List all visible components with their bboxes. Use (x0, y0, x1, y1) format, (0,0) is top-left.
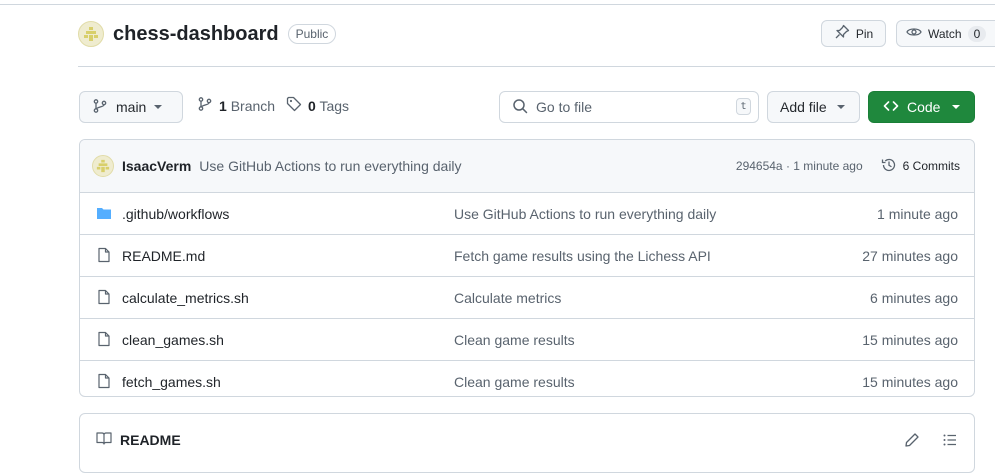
commits-label: 6 Commits (902, 159, 960, 173)
add-file-button[interactable]: Add file (767, 91, 860, 123)
readme-header: README (96, 430, 181, 449)
watch-button[interactable]: Watch 0 (896, 20, 995, 47)
code-label: Code (907, 99, 941, 115)
file-list: .github/workflows Use GitHub Actions to … (80, 193, 974, 396)
file-commit-message[interactable]: Clean game results (454, 332, 575, 348)
add-file-label: Add file (780, 99, 827, 115)
branch-count: 1 (219, 97, 227, 114)
pin-button[interactable]: Pin (821, 20, 886, 47)
go-to-file-input[interactable]: Go to file t (499, 91, 759, 123)
repo-name-link[interactable]: chess-dashboard (113, 23, 279, 46)
tag-icon (286, 96, 302, 115)
file-updated-time: 15 minutes ago (862, 331, 958, 348)
file-row[interactable]: clean_games.sh Clean game results 15 min… (80, 318, 974, 360)
search-placeholder: Go to file (536, 99, 593, 115)
file-commit-message[interactable]: Use GitHub Actions to run everything dai… (454, 206, 716, 222)
file-updated-time: 6 minutes ago (870, 289, 958, 306)
eye-icon (906, 24, 922, 43)
branch-label: Branch (230, 97, 276, 114)
tag-count: 0 (308, 97, 316, 114)
file-icon (96, 373, 112, 392)
file-row[interactable]: README.md Fetch game results using the L… (80, 234, 974, 276)
list-icon[interactable] (942, 432, 958, 451)
file-icon (96, 247, 112, 266)
file-row[interactable]: calculate_metrics.sh Calculate metrics 6… (80, 276, 974, 318)
branches-link[interactable]: 1 Branch (197, 96, 275, 115)
commit-sha-time[interactable]: 294654a · 1 minute ago (736, 159, 863, 173)
header-divider (78, 66, 995, 67)
readme-toolbar (904, 432, 958, 451)
file-updated-time: 27 minutes ago (862, 247, 958, 264)
file-updated-time: 15 minutes ago (862, 373, 958, 390)
readme-title[interactable]: README (120, 432, 181, 448)
file-icon (96, 331, 112, 350)
latest-commit-bar: IsaacVerm Use GitHub Actions to run ever… (80, 140, 974, 193)
branch-select-button[interactable]: main (79, 91, 183, 123)
file-row[interactable]: fetch_games.sh Clean game results 15 min… (80, 360, 974, 396)
file-icon (96, 289, 112, 308)
book-icon (96, 430, 112, 449)
commit-author-link[interactable]: IsaacVerm (122, 158, 191, 174)
repo-header: chess-dashboard Public (78, 20, 337, 48)
top-divider (0, 0, 995, 5)
tags-link[interactable]: 0 Tags (286, 96, 349, 115)
file-name-link[interactable]: fetch_games.sh (122, 374, 221, 390)
file-commit-message[interactable]: Clean game results (454, 374, 575, 390)
file-name-link[interactable]: .github/workflows (122, 206, 229, 222)
chevron-down-icon (154, 105, 163, 109)
code-icon (883, 98, 899, 117)
file-name-link[interactable]: calculate_metrics.sh (122, 290, 249, 306)
branch-icon (92, 98, 108, 117)
search-shortcut-hint: t (736, 98, 751, 115)
pin-label: Pin (855, 26, 874, 41)
branch-name: main (116, 99, 147, 115)
visibility-badge: Public (287, 24, 337, 44)
folder-icon (96, 205, 112, 224)
file-browser: IsaacVerm Use GitHub Actions to run ever… (79, 139, 975, 397)
pin-icon (834, 24, 850, 43)
chevron-down-icon (836, 105, 845, 109)
watch-label: Watch (928, 26, 962, 41)
file-commit-message[interactable]: Fetch game results using the Lichess API (454, 248, 711, 264)
commit-meta: 294654a · 1 minute ago 6 Commits (736, 140, 960, 192)
commits-history-link[interactable]: 6 Commits (881, 157, 960, 176)
pencil-icon[interactable] (904, 432, 920, 451)
readme-panel: README (79, 413, 975, 473)
commit-message-link[interactable]: Use GitHub Actions to run everything dai… (199, 158, 461, 174)
file-row[interactable]: .github/workflows Use GitHub Actions to … (80, 193, 974, 234)
repo-avatar-icon[interactable] (78, 21, 104, 47)
file-name-link[interactable]: clean_games.sh (122, 332, 224, 348)
author-avatar-icon[interactable] (92, 155, 114, 177)
file-name-link[interactable]: README.md (122, 248, 205, 264)
file-commit-message[interactable]: Calculate metrics (454, 290, 561, 306)
branch-icon (197, 96, 213, 115)
file-updated-time: 1 minute ago (877, 205, 958, 222)
history-icon (881, 157, 897, 176)
tag-label: Tags (319, 97, 350, 114)
code-button[interactable]: Code (868, 91, 975, 123)
search-icon (512, 98, 528, 117)
chevron-down-icon (952, 105, 961, 109)
watch-count: 0 (967, 25, 987, 42)
